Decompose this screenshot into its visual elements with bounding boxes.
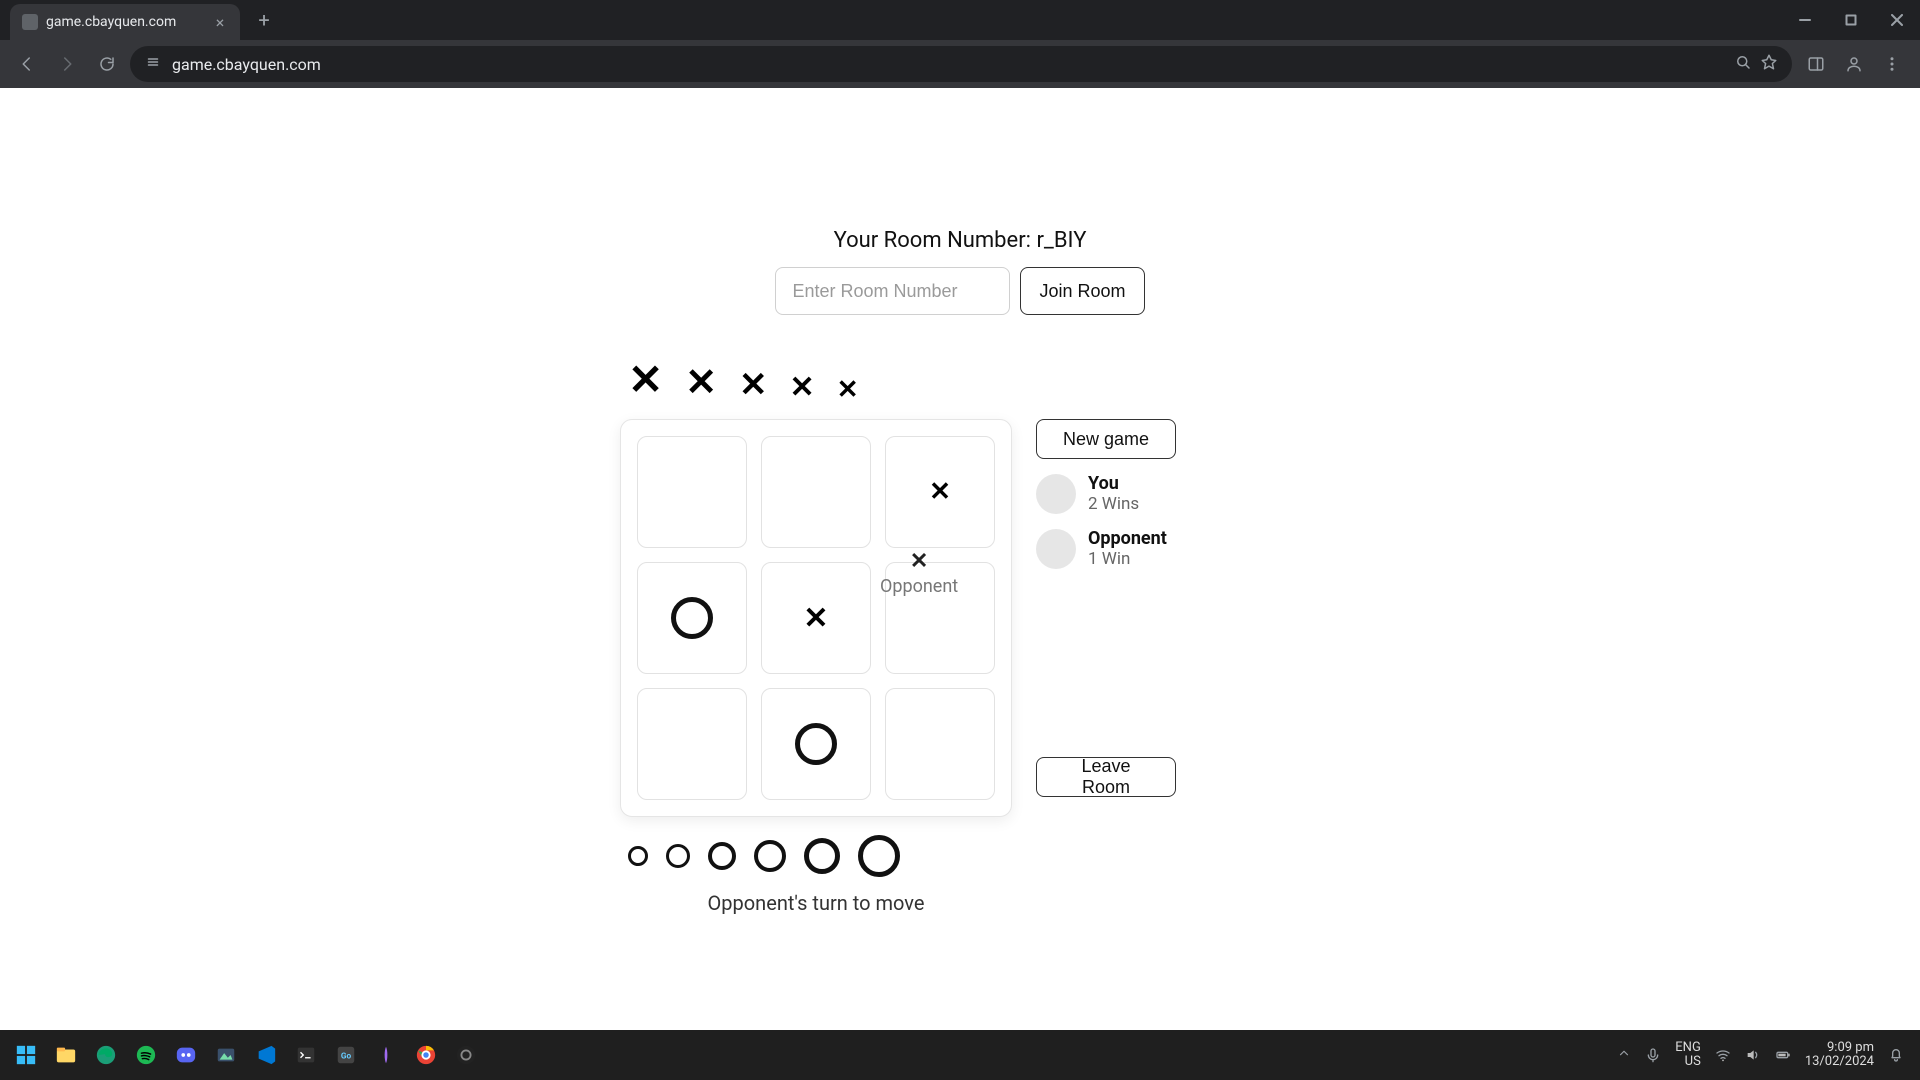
board-cell-8[interactable] <box>885 688 995 800</box>
chrome-icon[interactable] <box>408 1037 444 1073</box>
board-cell-2[interactable]: ✕ <box>885 436 995 548</box>
turn-indicator: Opponent's turn to move <box>620 891 1012 915</box>
obs-icon[interactable] <box>448 1037 484 1073</box>
x-token-icon: ✕ <box>790 370 815 405</box>
board-cell-4[interactable]: ✕ <box>761 562 871 674</box>
o-token-icon <box>754 840 786 872</box>
player-you: You 2 Wins <box>1036 473 1176 514</box>
forward-button[interactable] <box>50 47 84 81</box>
board-cell-6[interactable] <box>637 688 747 800</box>
address-bar[interactable]: game.cbayquen.com <box>130 46 1792 82</box>
join-room-button[interactable]: Join Room <box>1020 267 1144 315</box>
player-opponent: Opponent 1 Win <box>1036 528 1176 569</box>
language-indicator[interactable]: ENG US <box>1675 1041 1701 1070</box>
leave-room-button[interactable]: Leave Room <box>1036 757 1176 797</box>
x-mark-icon: ✕ <box>803 601 828 636</box>
zoom-icon[interactable] <box>1734 53 1752 75</box>
room-label-prefix: Your Room Number: <box>834 228 1037 253</box>
room-number-input[interactable] <box>775 267 1010 315</box>
start-button[interactable] <box>8 1037 44 1073</box>
x-token-icon: ✕ <box>739 365 768 405</box>
x-mark-icon: ✕ <box>929 477 951 507</box>
terminal-icon[interactable] <box>288 1037 324 1073</box>
vscode-icon[interactable] <box>248 1037 284 1073</box>
photos-icon[interactable] <box>208 1037 244 1073</box>
o-mark-icon <box>671 597 713 639</box>
reload-button[interactable] <box>90 47 124 81</box>
discord-icon[interactable] <box>168 1037 204 1073</box>
browser-titlebar: game.cbayquen.com × + <box>0 0 1920 40</box>
room-number-label: Your Room Number: r_BIY <box>620 228 1300 253</box>
x-token-icon: ✕ <box>837 375 859 405</box>
bookmark-star-icon[interactable] <box>1760 53 1778 75</box>
clock[interactable]: 9:09 pm 13/02/2024 <box>1805 1041 1874 1070</box>
o-token-icon <box>628 846 648 866</box>
browser-tab[interactable]: game.cbayquen.com × <box>10 4 240 40</box>
board-cell-5[interactable] <box>885 562 995 674</box>
app-icon[interactable] <box>368 1037 404 1073</box>
wifi-icon[interactable] <box>1715 1047 1731 1063</box>
side-panel-icon[interactable] <box>1798 47 1834 81</box>
clock-date: 13/02/2024 <box>1805 1055 1874 1069</box>
windows-taskbar: Go ENG US 9:09 pm 13/02/2024 <box>0 1030 1920 1080</box>
file-explorer-icon[interactable] <box>48 1037 84 1073</box>
board-cell-0[interactable] <box>637 436 747 548</box>
window-close-button[interactable] <box>1874 0 1920 40</box>
player-wins: 2 Wins <box>1088 494 1139 514</box>
x-token-icon: ✕ <box>628 355 663 405</box>
tab-favicon <box>22 14 38 30</box>
close-tab-icon[interactable]: × <box>212 14 228 30</box>
game-board: ✕ ✕ <box>620 419 1012 817</box>
url-text: game.cbayquen.com <box>172 55 321 74</box>
notifications-icon[interactable] <box>1888 1047 1904 1063</box>
tab-title: game.cbayquen.com <box>46 14 204 30</box>
board-cell-3[interactable] <box>637 562 747 674</box>
profile-avatar-icon[interactable] <box>1836 47 1872 81</box>
side-panel: New game You 2 Wins Opponent 1 Win <box>1036 419 1176 797</box>
avatar <box>1036 474 1076 514</box>
spotify-icon[interactable] <box>128 1037 164 1073</box>
kebab-menu-icon[interactable] <box>1874 47 1910 81</box>
o-token-icon <box>666 844 690 868</box>
page-content: Your Room Number: r_BIY Join Room ✕ ✕ ✕ … <box>0 88 1920 1030</box>
svg-text:Go: Go <box>341 1052 352 1062</box>
volume-icon[interactable] <box>1745 1047 1761 1063</box>
back-button[interactable] <box>10 47 44 81</box>
x-token-icon: ✕ <box>685 360 717 405</box>
o-token-icon <box>804 838 840 874</box>
app-icon[interactable]: Go <box>328 1037 364 1073</box>
o-mark-icon <box>795 723 837 765</box>
avatar <box>1036 529 1076 569</box>
battery-icon[interactable] <box>1775 1047 1791 1063</box>
new-tab-button[interactable]: + <box>250 6 278 34</box>
o-tokens-row <box>620 835 1012 877</box>
board-cell-7[interactable] <box>761 688 871 800</box>
window-minimize-button[interactable] <box>1782 0 1828 40</box>
edge-icon[interactable] <box>88 1037 124 1073</box>
room-number-value: r_BIY <box>1036 228 1086 253</box>
language-line1: ENG <box>1675 1041 1701 1055</box>
clock-time: 9:09 pm <box>1827 1041 1874 1055</box>
tray-chevron-up-icon[interactable] <box>1617 1046 1631 1064</box>
player-wins: 1 Win <box>1088 549 1167 569</box>
board-cell-1[interactable] <box>761 436 871 548</box>
player-name: Opponent <box>1088 528 1167 549</box>
x-tokens-row: ✕ ✕ ✕ ✕ ✕ <box>620 355 1300 405</box>
player-name: You <box>1088 473 1139 494</box>
o-token-icon <box>708 842 736 870</box>
site-info-icon[interactable] <box>144 53 162 75</box>
window-maximize-button[interactable] <box>1828 0 1874 40</box>
new-game-button[interactable]: New game <box>1036 419 1176 459</box>
microphone-icon[interactable] <box>1645 1047 1661 1063</box>
browser-toolbar: game.cbayquen.com <box>0 40 1920 88</box>
o-token-icon <box>858 835 900 877</box>
language-line2: US <box>1685 1055 1701 1069</box>
